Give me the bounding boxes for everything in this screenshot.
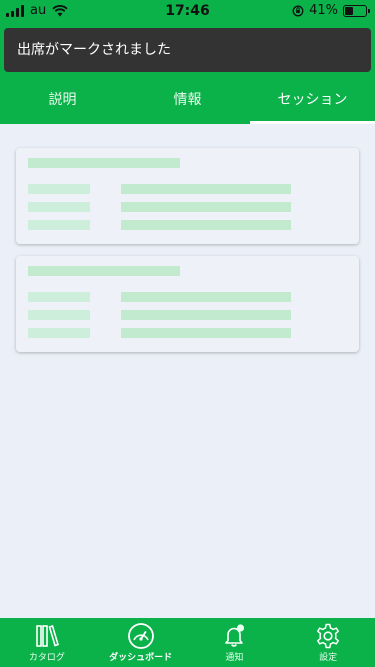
bell-icon	[225, 624, 245, 647]
nav-settings-label: 設定	[319, 653, 338, 663]
rotation-lock-icon	[292, 5, 304, 16]
notification-badge	[237, 624, 245, 632]
nav-dashboard[interactable]: ダッシュボード	[94, 618, 188, 667]
skeleton-value	[121, 184, 291, 194]
nav-settings[interactable]: 設定	[281, 618, 375, 667]
books-icon	[36, 624, 59, 647]
tab-bar: 説明 情報 セッション	[0, 80, 375, 124]
tab-sessions[interactable]: セッション	[250, 80, 375, 124]
nav-notifications-label: 通知	[225, 653, 244, 663]
skeleton-label	[28, 328, 90, 338]
battery-percent: 41%	[309, 3, 338, 18]
nav-catalog-label: カタログ	[28, 653, 65, 663]
gauge-icon	[127, 623, 154, 649]
tab-info[interactable]: 情報	[125, 80, 250, 124]
nav-notifications[interactable]: 通知	[188, 618, 282, 667]
skeleton-value	[121, 328, 291, 338]
skeleton-label	[28, 202, 90, 212]
battery-level	[345, 6, 354, 15]
skeleton-label	[28, 292, 90, 302]
skeleton-title	[28, 266, 180, 276]
session-card-skeleton	[16, 256, 359, 352]
bottom-navigation: カタログ ダッシュボード 通知 設定	[0, 618, 375, 667]
skeleton-value	[121, 310, 291, 320]
tab-description[interactable]: 説明	[0, 80, 125, 124]
gear-icon	[317, 623, 340, 649]
battery-icon	[343, 4, 370, 17]
nav-catalog[interactable]: カタログ	[0, 618, 94, 667]
nav-dashboard-label: ダッシュボード	[109, 653, 173, 663]
skeleton-label	[28, 220, 90, 230]
toast-message: 出席がマークされました	[4, 28, 371, 72]
status-bar: au 17:46 41%	[0, 0, 375, 22]
status-right: 41%	[292, 3, 370, 18]
skeleton-value	[121, 202, 291, 212]
skeleton-value	[121, 292, 291, 302]
session-card-skeleton	[16, 148, 359, 244]
app-screen: au 17:46 41% 出席がマークされました 説明 情報 セッション カタロ…	[0, 0, 375, 667]
header: au 17:46 41% 出席がマークされました 説明 情報 セッション	[0, 0, 375, 124]
skeleton-value	[121, 220, 291, 230]
skeleton-label	[28, 310, 90, 320]
skeleton-label	[28, 184, 90, 194]
skeleton-title	[28, 158, 180, 168]
